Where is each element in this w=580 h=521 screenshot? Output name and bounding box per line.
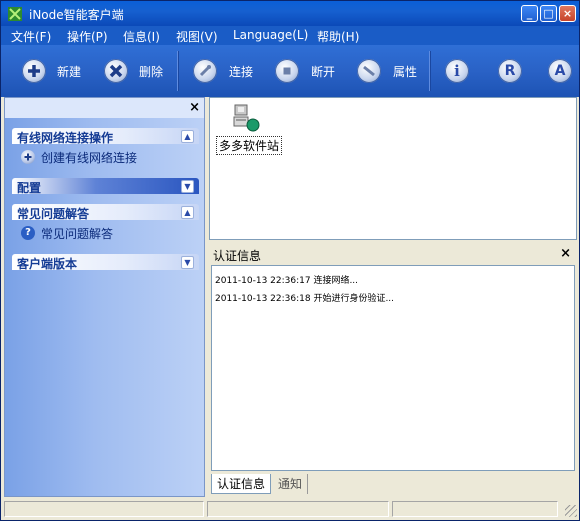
- r-icon: R: [498, 59, 522, 83]
- delete-label: 删除: [139, 65, 164, 79]
- properties-pen-icon: [357, 59, 381, 83]
- menu-file[interactable]: 文件(F): [11, 28, 51, 45]
- properties-button[interactable]: 属性: [357, 57, 423, 85]
- group-title: 常见问题解答: [17, 207, 90, 221]
- disconnect-button[interactable]: 断开: [275, 57, 341, 85]
- task-panel-header: ×: [5, 98, 204, 118]
- properties-label: 属性: [393, 65, 418, 79]
- network-connection-icon[interactable]: [232, 103, 262, 133]
- task-panel-close-button[interactable]: ×: [189, 100, 200, 115]
- tab-notice[interactable]: 通知: [273, 474, 309, 494]
- status-bar: [1, 499, 579, 520]
- menu-language[interactable]: Language(L): [233, 28, 308, 42]
- auth-log-area[interactable]: 2011-10-13 22:36:17 连接网络... 2011-10-13 2…: [211, 265, 575, 471]
- maximize-button[interactable]: □: [540, 5, 557, 22]
- auth-info-close-button[interactable]: ×: [560, 246, 571, 261]
- toolbar-separator: [177, 51, 179, 91]
- resize-grip[interactable]: [565, 505, 577, 517]
- group-wired-connection[interactable]: 有线网络连接操作 ▲: [12, 128, 199, 145]
- connect-label: 连接: [229, 65, 254, 79]
- help-question-icon: ?: [21, 226, 35, 240]
- menu-view[interactable]: 视图(V): [176, 28, 218, 45]
- log-line: 2011-10-13 22:36:17 连接网络...: [215, 276, 359, 286]
- auth-info-header: 认证信息 ×: [209, 244, 577, 265]
- group-title: 配置: [17, 181, 42, 195]
- group-client-version[interactable]: 客户端版本 ▼: [12, 254, 199, 271]
- new-label: 新建: [57, 65, 82, 79]
- toolbar: 新建 删除 连接 断开 属性 i R A: [1, 45, 579, 97]
- group-title: 客户端版本: [17, 257, 78, 271]
- menu-info[interactable]: 信息(I): [123, 28, 160, 45]
- inode-app-icon: [7, 6, 23, 22]
- list-item-label: 常见问题解答: [41, 227, 114, 241]
- info-button[interactable]: i: [445, 57, 471, 85]
- status-pane: [4, 501, 204, 517]
- group-title: 有线网络连接操作: [17, 131, 114, 145]
- status-pane: [207, 501, 389, 517]
- minimize-button[interactable]: _: [521, 5, 538, 22]
- a-icon: A: [548, 59, 572, 83]
- list-item-label: 创建有线网络连接: [41, 151, 138, 165]
- main-window: iNode智能客户端 _ □ × 文件(F) 操作(P) 信息(I) 视图(V)…: [0, 0, 580, 521]
- group-faq[interactable]: 常见问题解答 ▲: [12, 204, 199, 221]
- title-bar[interactable]: iNode智能客户端 _ □ ×: [1, 1, 579, 26]
- toolbar-separator: [429, 51, 431, 91]
- auth-info-title: 认证信息: [213, 249, 262, 263]
- menu-operate[interactable]: 操作(P): [67, 28, 108, 45]
- menu-bar: 文件(F) 操作(P) 信息(I) 视图(V) Language(L) 帮助(H…: [1, 26, 579, 45]
- chevron-down-icon[interactable]: ▼: [181, 180, 194, 193]
- chevron-up-icon[interactable]: ▲: [181, 130, 194, 143]
- auth-tabs: 认证信息 通知: [209, 472, 577, 497]
- window-title: iNode智能客户端: [29, 8, 124, 22]
- tab-auth-info[interactable]: 认证信息: [211, 474, 272, 494]
- status-pane: [392, 501, 558, 517]
- task-panel: × 有线网络连接操作 ▲ 创建有线网络连接 配置 ▼ 常见问题解答 ▲ ? 常见…: [4, 97, 205, 497]
- delete-button[interactable]: 删除: [104, 57, 166, 85]
- plus-icon: [22, 59, 46, 83]
- info-icon: i: [445, 59, 469, 83]
- delete-x-icon: [104, 59, 128, 83]
- disconnect-label: 断开: [311, 65, 336, 79]
- log-line: 2011-10-13 22:36:18 开始进行身份验证...: [215, 294, 395, 304]
- plus-circle-icon: [21, 150, 35, 164]
- connect-icon: [193, 59, 217, 83]
- r-button[interactable]: R: [498, 57, 524, 85]
- connect-button[interactable]: 连接: [193, 57, 259, 85]
- connections-pane: 多多软件站: [209, 97, 577, 240]
- chevron-down-icon[interactable]: ▼: [181, 256, 194, 269]
- close-window-button[interactable]: ×: [559, 5, 576, 22]
- stop-icon: [275, 59, 299, 83]
- a-button[interactable]: A: [548, 57, 574, 85]
- connection-name[interactable]: 多多软件站: [216, 136, 283, 155]
- chevron-up-icon[interactable]: ▲: [181, 206, 194, 219]
- group-config[interactable]: 配置 ▼: [12, 178, 199, 195]
- new-button[interactable]: 新建: [22, 57, 84, 85]
- menu-help[interactable]: 帮助(H): [317, 28, 359, 45]
